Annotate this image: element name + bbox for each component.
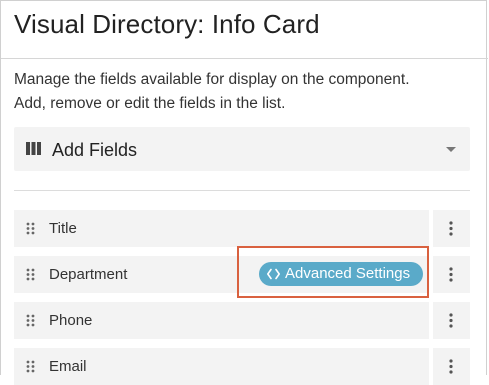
field-menu-button[interactable] bbox=[433, 210, 470, 247]
code-icon bbox=[267, 268, 280, 280]
field-row-email[interactable]: Email bbox=[14, 348, 429, 385]
field-label: Title bbox=[49, 220, 77, 237]
field-row-title[interactable]: Title bbox=[14, 210, 429, 247]
advanced-settings-button[interactable]: Advanced Settings bbox=[259, 262, 423, 286]
panel-header: Visual Directory: Info Card bbox=[1, 1, 488, 59]
kebab-menu-icon bbox=[449, 313, 453, 328]
field-label: Phone bbox=[49, 312, 93, 329]
description-line-1: Manage the fields available for display … bbox=[14, 71, 410, 88]
advanced-settings-label: Advanced Settings bbox=[285, 265, 411, 282]
drag-handle-icon[interactable] bbox=[26, 360, 35, 373]
kebab-menu-icon bbox=[449, 359, 453, 374]
columns-icon bbox=[26, 142, 41, 155]
add-fields-label: Add Fields bbox=[52, 140, 138, 160]
kebab-menu-icon bbox=[449, 221, 453, 236]
field-row-phone[interactable]: Phone bbox=[14, 302, 429, 339]
description-line-2: Add, remove or edit the fields in the li… bbox=[14, 95, 286, 112]
field-menu-button[interactable] bbox=[433, 348, 470, 385]
field-label: Department bbox=[49, 266, 128, 283]
field-menu-button[interactable] bbox=[433, 256, 470, 293]
add-fields-dropdown[interactable]: Add Fields bbox=[14, 127, 470, 171]
drag-handle-icon[interactable] bbox=[26, 268, 35, 281]
field-menu-button[interactable] bbox=[433, 302, 470, 339]
drag-handle-icon[interactable] bbox=[26, 314, 35, 327]
field-label: Email bbox=[49, 358, 87, 375]
divider bbox=[14, 190, 470, 191]
panel-description: Manage the fields available for display … bbox=[14, 68, 474, 116]
kebab-menu-icon bbox=[449, 267, 453, 282]
info-card-panel: Visual Directory: Info Card Manage the f… bbox=[0, 0, 488, 385]
chevron-down-icon bbox=[446, 147, 456, 152]
page-title: Visual Directory: Info Card bbox=[14, 9, 320, 39]
drag-handle-icon[interactable] bbox=[26, 222, 35, 235]
